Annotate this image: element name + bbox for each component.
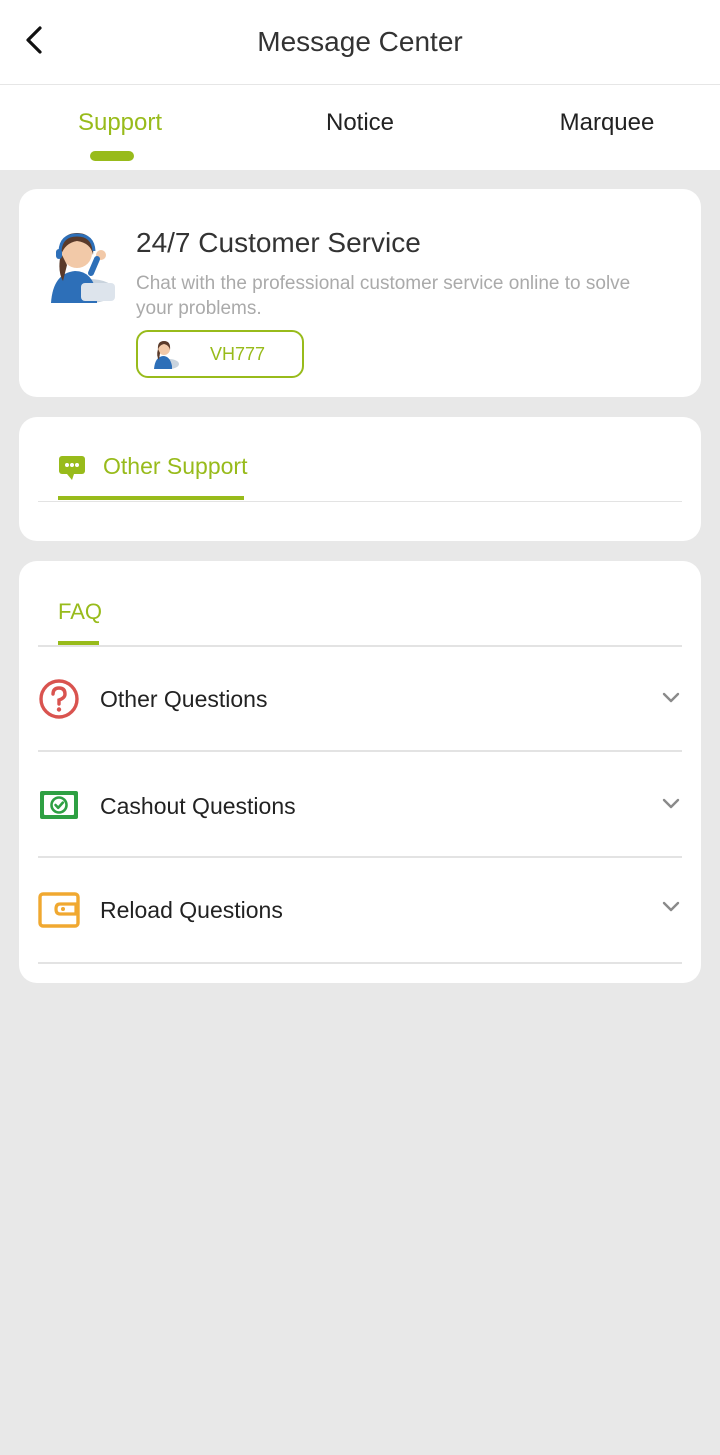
chat-agent-button[interactable]: VH777 [136,330,304,378]
wallet-icon [38,892,80,928]
faq-item-label: Other Questions [100,686,268,712]
support-agent-avatar [51,233,115,303]
chat-bubble-icon [59,456,85,480]
chat-agent-button-label: VH777 [210,344,266,364]
faq-item-cashout-questions[interactable]: Cashout Questions [38,752,682,856]
top-bar: Message Center [0,0,720,85]
faq-item-label: Cashout Questions [100,793,296,819]
faq-item-reload-questions[interactable]: Reload Questions [38,858,682,962]
chevron-down-icon [662,901,680,912]
agent-avatar-icon [154,341,179,369]
cash-check-icon [40,791,78,819]
question-circle-icon [39,679,79,719]
faq-card: FAQ Other Questions Cashout Questions Re… [19,561,701,983]
divider [38,501,682,502]
back-button[interactable] [14,20,54,60]
tab-marquee[interactable]: Marquee [487,85,720,170]
other-support-card: Other Support [19,417,701,541]
customer-service-card: 24/7 Customer Service Chat with the prof… [19,189,701,397]
tab-notice[interactable]: Notice [240,85,480,170]
customer-service-title: 24/7 Customer Service [136,227,421,258]
faq-item-other-questions[interactable]: Other Questions [38,647,682,751]
tab-other-support[interactable]: Other Support [58,453,247,501]
faq-item-label: Reload Questions [100,897,283,923]
other-support-label: Other Support [103,453,248,479]
tab-faq[interactable]: FAQ [58,599,102,625]
other-support-indicator [58,496,244,500]
customer-service-description: Chat with the professional customer serv… [136,273,631,319]
chevron-left-icon [26,26,42,54]
chevron-down-icon [662,692,680,703]
active-tab-indicator [90,151,134,161]
tab-bar: Support Notice Marquee [0,85,720,170]
page-title: Message Center [257,26,463,57]
divider [38,962,682,964]
chevron-down-icon [662,798,680,809]
